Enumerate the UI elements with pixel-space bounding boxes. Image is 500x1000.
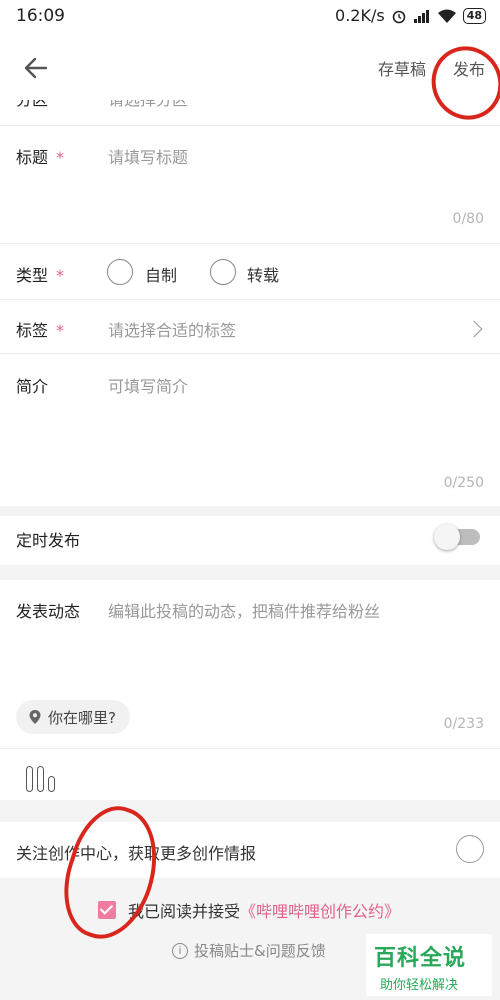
title-label: 标题 *: [16, 148, 65, 167]
divider: [0, 299, 500, 300]
title-input[interactable]: 请填写标题: [108, 144, 188, 168]
app-bar: 存草稿 发布: [0, 34, 500, 100]
toggle-knob: [434, 524, 460, 550]
post-counter: 0/233: [443, 716, 484, 732]
type-label: 类型 *: [16, 266, 65, 285]
watermark-subtitle: 助你轻松解决: [380, 978, 459, 993]
wifi-icon: [437, 9, 456, 23]
schedule-label: 定时发布: [16, 531, 81, 550]
status-time: 16:09: [16, 6, 65, 26]
divider: [0, 125, 500, 126]
annotation-loop: [49, 795, 173, 951]
agreement-text-wrap: 我已阅读并接受《哔哩哔哩创作公约》: [128, 898, 400, 922]
intro-input[interactable]: 可填写简介: [108, 373, 188, 397]
tips-row[interactable]: i 投稿贴士&问题反馈: [172, 940, 326, 961]
section-gap: [0, 506, 500, 516]
location-label: 你在哪里?: [48, 708, 116, 727]
save-draft-button[interactable]: 存草稿: [378, 56, 426, 80]
type-self-made-radio[interactable]: [107, 259, 133, 285]
schedule-toggle[interactable]: [434, 524, 480, 550]
signal-icon: [413, 9, 429, 23]
intro-label: 简介: [16, 377, 49, 396]
divider: [0, 353, 500, 354]
info-icon: i: [172, 942, 188, 959]
alarm-icon: [392, 10, 405, 23]
section-gap: [0, 565, 500, 580]
tags-select[interactable]: 请选择合适的标签: [108, 317, 236, 341]
location-chip[interactable]: 你在哪里?: [16, 700, 130, 734]
title-counter: 0/80: [452, 211, 484, 227]
status-bar: 16:09 0.2K/s 48: [0, 0, 500, 34]
tags-label: 标签 *: [16, 321, 65, 340]
post-label: 发表动态: [16, 602, 81, 621]
watermark-title: 百科全说: [374, 946, 467, 971]
audio-bars-icon[interactable]: [26, 766, 55, 792]
upload-form: 分区 请选择分区 标题* 请填写标题 0/80 类型* 自制 转载 标签* 请选…: [0, 100, 500, 800]
chevron-right-icon[interactable]: [465, 320, 483, 338]
tips-text: 投稿贴士&问题反馈: [194, 942, 326, 960]
agreement-link[interactable]: 《哔哩哔哩创作公约》: [240, 902, 400, 921]
type-repost-label: 转载: [247, 266, 280, 285]
type-self-made-label: 自制: [145, 266, 178, 285]
status-icons: 0.2K/s 48: [335, 6, 486, 25]
partition-select[interactable]: 请选择分区: [108, 100, 188, 110]
post-input[interactable]: 编辑此投稿的动态，把稿件推荐给粉丝: [108, 598, 380, 622]
watermark-logo: 百科全说 助你轻松解决: [366, 934, 492, 996]
partition-label: 分区: [16, 100, 48, 110]
type-repost-radio[interactable]: [210, 259, 236, 285]
network-speed: 0.2K/s: [335, 6, 385, 25]
divider: [0, 748, 500, 749]
follow-radio[interactable]: [456, 835, 484, 863]
divider: [0, 243, 500, 244]
battery-icon: 48: [462, 7, 486, 24]
back-arrow-icon[interactable]: [20, 52, 52, 84]
agreement-text: 我已阅读并接受: [128, 902, 241, 921]
location-pin-icon: [29, 710, 41, 724]
intro-counter: 0/250: [443, 475, 484, 491]
